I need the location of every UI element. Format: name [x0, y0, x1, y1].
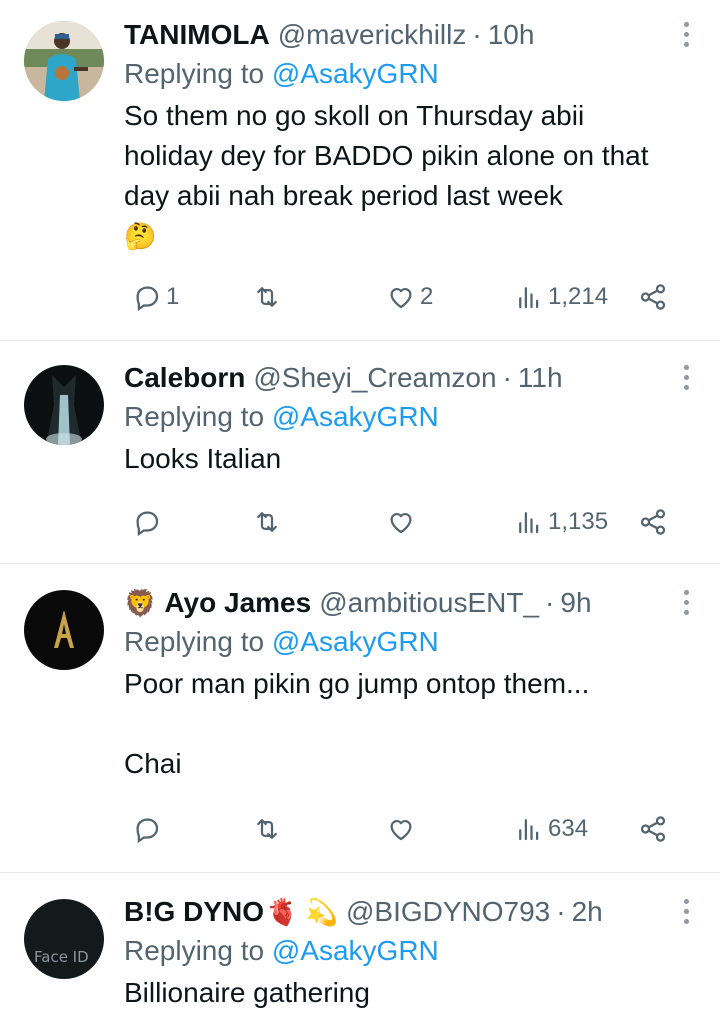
mention-link[interactable]: @AsakyGRN: [272, 401, 439, 432]
share-icon: [640, 509, 666, 535]
tweet-2[interactable]: Caleborn @Sheyi_Creamzon · 11h Replying …: [0, 341, 720, 564]
author-handle[interactable]: @BIGDYNO793: [346, 895, 550, 929]
like-button[interactable]: [386, 507, 416, 537]
timestamp[interactable]: 10h: [488, 18, 535, 52]
more-icon[interactable]: [682, 22, 692, 52]
like-icon: [390, 820, 412, 841]
retweet-button[interactable]: [252, 814, 282, 844]
more-icon[interactable]: [682, 590, 692, 620]
retweet-button[interactable]: [252, 282, 282, 312]
tweet-header: Caleborn @Sheyi_Creamzon · 11h: [124, 361, 660, 395]
heart-sparkle-emoji: 🫀 💫: [266, 897, 338, 927]
reply-count: 1: [166, 283, 180, 310]
separator: ·: [502, 362, 512, 393]
more-icon[interactable]: [682, 365, 692, 395]
tweet-header: TANIMOLA @maverickhillz · 10h: [124, 18, 660, 52]
retweet-icon: [257, 819, 277, 839]
tweet-text: Billionaire gathering: [124, 973, 660, 1013]
author-handle[interactable]: @maverickhillz: [278, 18, 467, 52]
replying-to: Replying to @AsakyGRN: [124, 399, 660, 435]
tweet-header: 🦁 Ayo James @ambitiousENT_ · 9h: [124, 586, 660, 620]
view-count: 1,214: [548, 283, 609, 310]
views-icon: [519, 287, 539, 309]
avatar[interactable]: [24, 365, 104, 445]
retweet-icon: [257, 512, 277, 532]
replying-to: Replying to @AsakyGRN: [124, 933, 660, 969]
replying-to-label: Replying to: [124, 58, 272, 89]
author-name[interactable]: Caleborn: [124, 361, 245, 395]
separator: ·: [472, 19, 482, 50]
share-button[interactable]: [638, 507, 668, 537]
avatar[interactable]: Face ID: [24, 899, 104, 979]
like-button[interactable]: [386, 814, 416, 844]
mention-link[interactable]: @AsakyGRN: [272, 58, 439, 89]
tweet-body: So them no go skoll on Thursday abii hol…: [124, 100, 657, 211]
more-icon[interactable]: [682, 899, 692, 929]
views-icon: [519, 819, 539, 841]
tweet-header: B!G DYNO 🫀 💫 @BIGDYNO793 · 2h: [124, 895, 660, 929]
mention-link[interactable]: @AsakyGRN: [272, 626, 439, 657]
separator: ·: [556, 896, 566, 927]
tweet-text: Poor man pikin go jump ontop them... Cha…: [124, 664, 660, 784]
avatar[interactable]: [24, 21, 104, 101]
author-name[interactable]: Ayo James: [164, 586, 311, 620]
share-button[interactable]: [638, 282, 668, 312]
share-icon: [640, 284, 666, 310]
tweet-text: So them no go skoll on Thursday abii hol…: [124, 96, 660, 256]
like-count: 2: [420, 283, 434, 310]
retweet-icon: [257, 287, 277, 307]
author-handle[interactable]: @ambitiousENT_: [319, 586, 539, 620]
share-icon: [640, 816, 666, 842]
replying-to-label: Replying to: [124, 401, 272, 432]
replying-to: Replying to @AsakyGRN: [124, 56, 660, 92]
retweet-button[interactable]: [252, 507, 282, 537]
author-name[interactable]: B!G DYNO: [124, 895, 264, 929]
view-count: 1,135: [548, 508, 609, 535]
reply-icon: [136, 818, 159, 844]
reply-icon: [136, 511, 159, 537]
avatar-text: Face ID: [34, 948, 89, 966]
like-button[interactable]: 2: [386, 282, 433, 312]
timestamp[interactable]: 2h: [572, 895, 603, 929]
replying-to-label: Replying to: [124, 626, 272, 657]
timestamp[interactable]: 9h: [560, 586, 591, 620]
like-icon: [390, 513, 412, 534]
author-name[interactable]: TANIMOLA: [124, 18, 270, 52]
views-button[interactable]: 1,135: [514, 507, 608, 537]
mention-link[interactable]: @AsakyGRN: [272, 935, 439, 966]
separator: ·: [545, 587, 555, 618]
reply-button[interactable]: [132, 507, 162, 537]
avatar[interactable]: [24, 590, 104, 670]
author-handle[interactable]: @Sheyi_Creamzon: [253, 361, 496, 395]
reply-icon: [136, 286, 159, 312]
tweet-body: Billionaire gathering: [124, 977, 370, 1008]
views-button[interactable]: 634: [514, 814, 588, 844]
reply-button[interactable]: 1: [132, 282, 179, 312]
view-count: 634: [548, 815, 589, 842]
views-button[interactable]: 1,214: [514, 282, 608, 312]
tweet-body: Looks Italian: [124, 443, 282, 474]
timestamp[interactable]: 11h: [518, 361, 563, 395]
tweet-4[interactable]: Face ID B!G DYNO 🫀 💫 @BIGDYNO793 · 2h Re…: [0, 873, 720, 1036]
replying-to: Replying to @AsakyGRN: [124, 624, 660, 660]
tweet-body: Poor man pikin go jump ontop them... Cha…: [124, 668, 590, 779]
share-button[interactable]: [638, 814, 668, 844]
lion-emoji: 🦁: [124, 588, 157, 618]
replying-to-label: Replying to: [124, 935, 272, 966]
tweet-3[interactable]: 🦁 Ayo James @ambitiousENT_ · 9h Replying…: [0, 564, 720, 873]
tweet-1[interactable]: TANIMOLA @maverickhillz · 10h Replying t…: [0, 0, 720, 341]
reply-button[interactable]: [132, 814, 162, 844]
thinking-emoji: 🤔: [124, 221, 157, 251]
views-icon: [519, 512, 539, 534]
like-icon: [390, 288, 412, 309]
tweet-text: Looks Italian: [124, 439, 660, 479]
